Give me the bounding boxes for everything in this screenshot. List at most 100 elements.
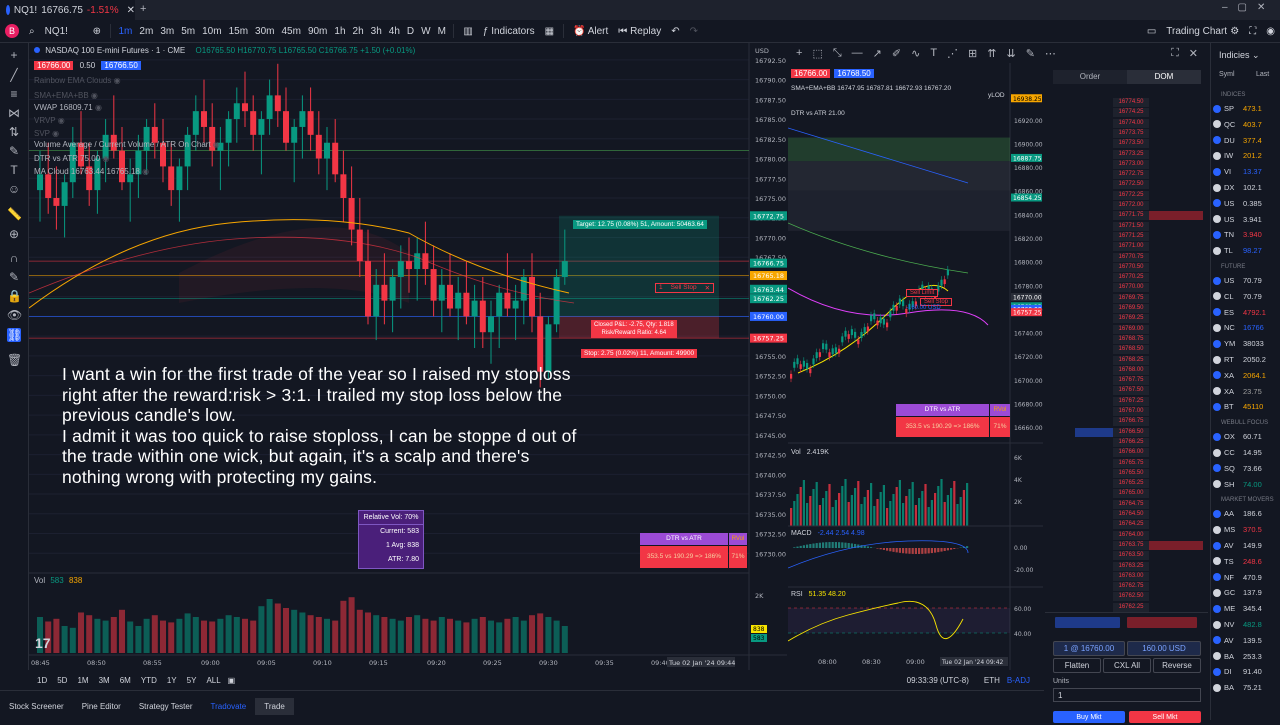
watchlist-row[interactable]: US70.79 xyxy=(1213,274,1262,287)
dom-row[interactable]: 16771.50 xyxy=(1075,222,1203,231)
secondary-candle[interactable] xyxy=(844,327,846,340)
dom-bid-cell[interactable] xyxy=(1075,170,1113,179)
secondary-candle[interactable] xyxy=(892,301,894,314)
secondary-candle[interactable] xyxy=(857,336,859,348)
dom-ask-cell[interactable] xyxy=(1149,191,1203,200)
dom-bid-cell[interactable] xyxy=(1075,325,1113,334)
secondary-chart-canvas[interactable]: 16920.0016900.0016880.0016860.0016840.00… xyxy=(788,63,1043,670)
dom-row[interactable]: 16773.25 xyxy=(1075,150,1203,159)
dom-row[interactable]: 16768.75 xyxy=(1075,335,1203,344)
dom-bid-cell[interactable] xyxy=(1075,582,1113,591)
tab-order[interactable]: Order xyxy=(1053,70,1127,84)
dom-bid-cell[interactable] xyxy=(1075,304,1113,313)
close-panel-icon[interactable]: ✕ xyxy=(1189,47,1198,60)
watchlist-row[interactable]: QC403.7 xyxy=(1213,118,1262,131)
volume-bar[interactable] xyxy=(160,621,166,653)
dom-ladder[interactable]: 16774.5016774.2516774.0016773.7516773.50… xyxy=(1075,98,1203,614)
secondary-volume-bar[interactable] xyxy=(899,480,901,526)
bottom-tab[interactable]: Stock Screener xyxy=(0,702,73,711)
dom-bid-cell[interactable] xyxy=(1075,572,1113,581)
range-6M[interactable]: 6M xyxy=(120,676,131,685)
volume-bar[interactable] xyxy=(283,608,289,653)
layout-name[interactable]: Trading Chart xyxy=(1161,26,1225,37)
dom-ask-cell[interactable] xyxy=(1149,428,1203,437)
lock-draw-icon[interactable]: ✎ xyxy=(7,270,21,284)
secondary-volume-bar[interactable] xyxy=(838,493,840,526)
dom-ask-cell[interactable] xyxy=(1149,520,1203,529)
volume-bar[interactable] xyxy=(521,621,527,653)
secondary-volume-bar[interactable] xyxy=(790,508,792,526)
range-ALL[interactable]: ALL xyxy=(206,676,220,685)
dom-ask-cell[interactable] xyxy=(1149,479,1203,488)
candle[interactable] xyxy=(168,143,174,206)
reverse-button[interactable]: Reverse xyxy=(1153,658,1201,673)
dom-ask-cell[interactable] xyxy=(1149,263,1203,272)
candle[interactable] xyxy=(160,119,166,182)
main-chart[interactable]: 16792.5016790.0016787.5016785.0016782.50… xyxy=(29,43,787,670)
watchlist-row[interactable]: GC137.9 xyxy=(1213,586,1262,599)
candle[interactable] xyxy=(390,269,396,332)
secondary-volume-bar[interactable] xyxy=(966,483,968,526)
timeframe-1m[interactable]: 1m xyxy=(115,26,136,37)
volume-bar[interactable] xyxy=(513,617,519,653)
secondary-volume-bar[interactable] xyxy=(854,488,856,526)
timeframe-1h[interactable]: 1h xyxy=(331,26,349,37)
secondary-candle[interactable] xyxy=(886,319,888,331)
dom-ask-cell[interactable] xyxy=(1149,551,1203,560)
secondary-volume-bar[interactable] xyxy=(841,486,843,526)
pen-icon[interactable]: ✐ xyxy=(892,47,901,60)
dom-row[interactable]: 16771.75 xyxy=(1075,211,1203,220)
dom-ask-cell[interactable] xyxy=(1149,108,1203,117)
dom-ask-cell[interactable] xyxy=(1149,335,1203,344)
dom-ask-cell[interactable] xyxy=(1149,273,1203,282)
dom-ask-cell[interactable] xyxy=(1149,253,1203,262)
watchlist-row[interactable]: RT2050.2 xyxy=(1213,353,1266,366)
watchlist-section[interactable]: FUTURE xyxy=(1221,260,1245,273)
dom-bid-cell[interactable] xyxy=(1075,201,1113,210)
indicator-legend-item[interactable]: VRVP ◉ xyxy=(34,116,65,125)
watchlist-row[interactable]: AA186.6 xyxy=(1213,507,1262,520)
secondary-candle[interactable] xyxy=(816,349,818,362)
secondary-volume-bar[interactable] xyxy=(851,495,853,526)
watchlist-header[interactable]: Indicies ⌄ xyxy=(1219,50,1260,61)
dom-row[interactable]: 16762.25 xyxy=(1075,603,1203,612)
dom-ask-cell[interactable] xyxy=(1149,325,1203,334)
dom-bid-cell[interactable] xyxy=(1075,160,1113,169)
indicator-legend-item[interactable]: SMA+EMA+BB ◉ xyxy=(34,91,98,100)
secondary-volume-bar[interactable] xyxy=(844,479,846,526)
watchlist-row[interactable]: XA23.75 xyxy=(1213,385,1262,398)
timeframe-45m[interactable]: 45m xyxy=(278,26,304,37)
dom-bid-cell[interactable] xyxy=(1075,139,1113,148)
volume-bar[interactable] xyxy=(242,619,248,653)
eye-icon[interactable]: ◉ xyxy=(211,140,220,149)
dom-row[interactable]: 16765.25 xyxy=(1075,479,1203,488)
secondary-volume-bar[interactable] xyxy=(924,484,926,526)
bottom-tab[interactable]: Trade xyxy=(255,698,294,715)
volume-bar[interactable] xyxy=(70,628,76,653)
watchlist-row[interactable]: BA75.21 xyxy=(1213,681,1262,694)
dom-bid-cell[interactable] xyxy=(1075,428,1113,437)
dom-row[interactable]: 16769.50 xyxy=(1075,304,1203,313)
dom-bid-cell[interactable] xyxy=(1075,592,1113,601)
bottom-tab[interactable]: Pine Editor xyxy=(73,702,130,711)
dom-row[interactable]: 16764.50 xyxy=(1075,510,1203,519)
secondary-volume-bar[interactable] xyxy=(816,482,818,526)
volume-bar[interactable] xyxy=(144,619,150,653)
dom-bid-cell[interactable] xyxy=(1075,459,1113,468)
alert-button[interactable]: ⏰ Alert xyxy=(568,26,613,37)
dom-row[interactable]: 16774.25 xyxy=(1075,108,1203,117)
dom-ask-cell[interactable] xyxy=(1149,489,1203,498)
sell-stop-order[interactable]: 1 Sell Stop ✕ xyxy=(655,283,714,293)
settings-icon[interactable]: ⚙ xyxy=(1225,26,1244,37)
candle[interactable] xyxy=(185,127,191,190)
secondary-volume-bar[interactable] xyxy=(803,480,805,526)
dom-ask-cell[interactable] xyxy=(1149,294,1203,303)
candle[interactable] xyxy=(431,245,437,316)
volume-bar[interactable] xyxy=(455,621,461,653)
dom-ask-cell[interactable] xyxy=(1149,592,1203,601)
watchlist-section[interactable]: WEBULL FOCUS xyxy=(1221,416,1268,429)
watchlist-row[interactable]: ME345.4 xyxy=(1213,602,1262,615)
dom-row[interactable]: 16763.50 xyxy=(1075,551,1203,560)
volume-bar[interactable] xyxy=(135,626,141,653)
volume-bar[interactable] xyxy=(365,613,371,654)
